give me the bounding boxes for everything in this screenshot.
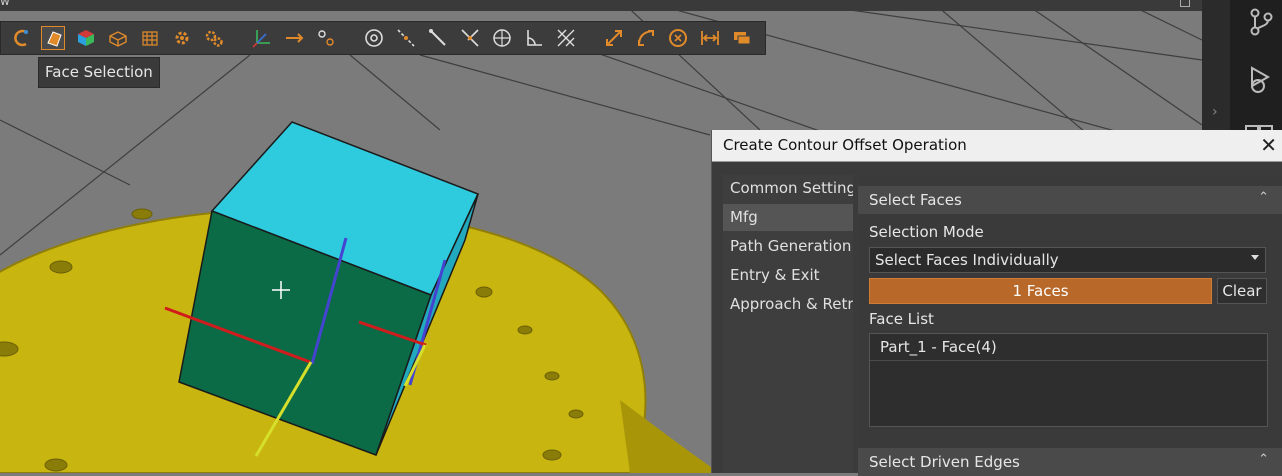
nav-item-mfg[interactable]: Mfg [723,204,853,231]
circle-target-icon[interactable] [362,26,386,50]
contour-offset-dialog: Create Contour Offset Operation ✕ Common… [711,130,1282,476]
rotate-circle-icon[interactable] [666,26,690,50]
selection-mode-value: Select Faces Individually [875,251,1059,269]
select-faces-section-header[interactable]: Select Faces ⌃ [858,186,1282,214]
intersect-lines-icon[interactable] [458,26,482,50]
gears-icon[interactable] [202,26,226,50]
axes-icon[interactable] [250,26,274,50]
wireframe-box-icon[interactable] [106,26,130,50]
face-selection-icon[interactable] [41,26,65,50]
faces-count-button[interactable]: 1 Faces [869,278,1212,304]
dialog-nav: Common Setting Mfg Path Generation Entry… [723,175,853,473]
angle-icon[interactable] [522,26,546,50]
resize-diagonal-icon[interactable] [602,26,626,50]
solid-body-icon[interactable] [74,26,98,50]
crosshatch-icon[interactable] [554,26,578,50]
stack-layers-icon[interactable] [730,26,754,50]
dialog-title-bar[interactable]: Create Contour Offset Operation ✕ [712,130,1282,162]
chevron-up-icon[interactable]: ⌃ [1258,190,1269,205]
line-segment-icon[interactable] [426,26,450,50]
selection-toolbar [0,21,766,55]
gear-icon[interactable] [170,26,194,50]
title-strip-label: w [0,0,10,8]
nav-item-common-setting[interactable]: Common Setting [723,175,853,202]
arrow-right-icon[interactable] [282,26,306,50]
face-list[interactable]: Part_1 - Face(4) [869,333,1268,427]
tooltip: Face Selection [38,57,160,88]
selection-mode-dropdown[interactable]: Select Faces Individually [869,247,1266,273]
magnet-icon[interactable] [9,26,33,50]
nav-item-path-generation[interactable]: Path Generation [723,233,853,260]
chevron-up-icon[interactable]: ⌃ [1258,452,1269,467]
select-driven-edges-section-header[interactable]: Select Driven Edges ⌃ [858,448,1282,476]
curve-resize-icon[interactable] [634,26,658,50]
nav-item-entry-exit[interactable]: Entry & Exit [723,262,853,289]
points-icon[interactable] [314,26,338,50]
dialog-main-panel: Select Faces ⌃ Selection Mode Select Fac… [858,175,1282,476]
close-icon[interactable]: ✕ [1260,133,1277,157]
diagonal-line-icon[interactable] [394,26,418,50]
selection-mode-label: Selection Mode [869,223,984,241]
mesh-box-icon[interactable] [138,26,162,50]
restore-icon[interactable] [1180,0,1190,7]
clear-button[interactable]: Clear [1217,278,1267,304]
list-item[interactable]: Part_1 - Face(4) [870,334,1267,361]
dropdown-arrow-icon [1251,255,1259,260]
source-control-icon[interactable] [1250,8,1273,36]
circle-axes-icon[interactable] [490,26,514,50]
face-list-label: Face List [869,310,934,328]
section-title: Select Faces [869,191,962,209]
section-title: Select Driven Edges [869,453,1020,471]
window-title-strip: w [0,0,1202,11]
nav-item-approach-retract[interactable]: Approach & Retr [723,291,853,318]
dialog-title: Create Contour Offset Operation [723,136,967,154]
width-arrows-icon[interactable] [698,26,722,50]
run-debug-icon[interactable] [1251,66,1271,93]
